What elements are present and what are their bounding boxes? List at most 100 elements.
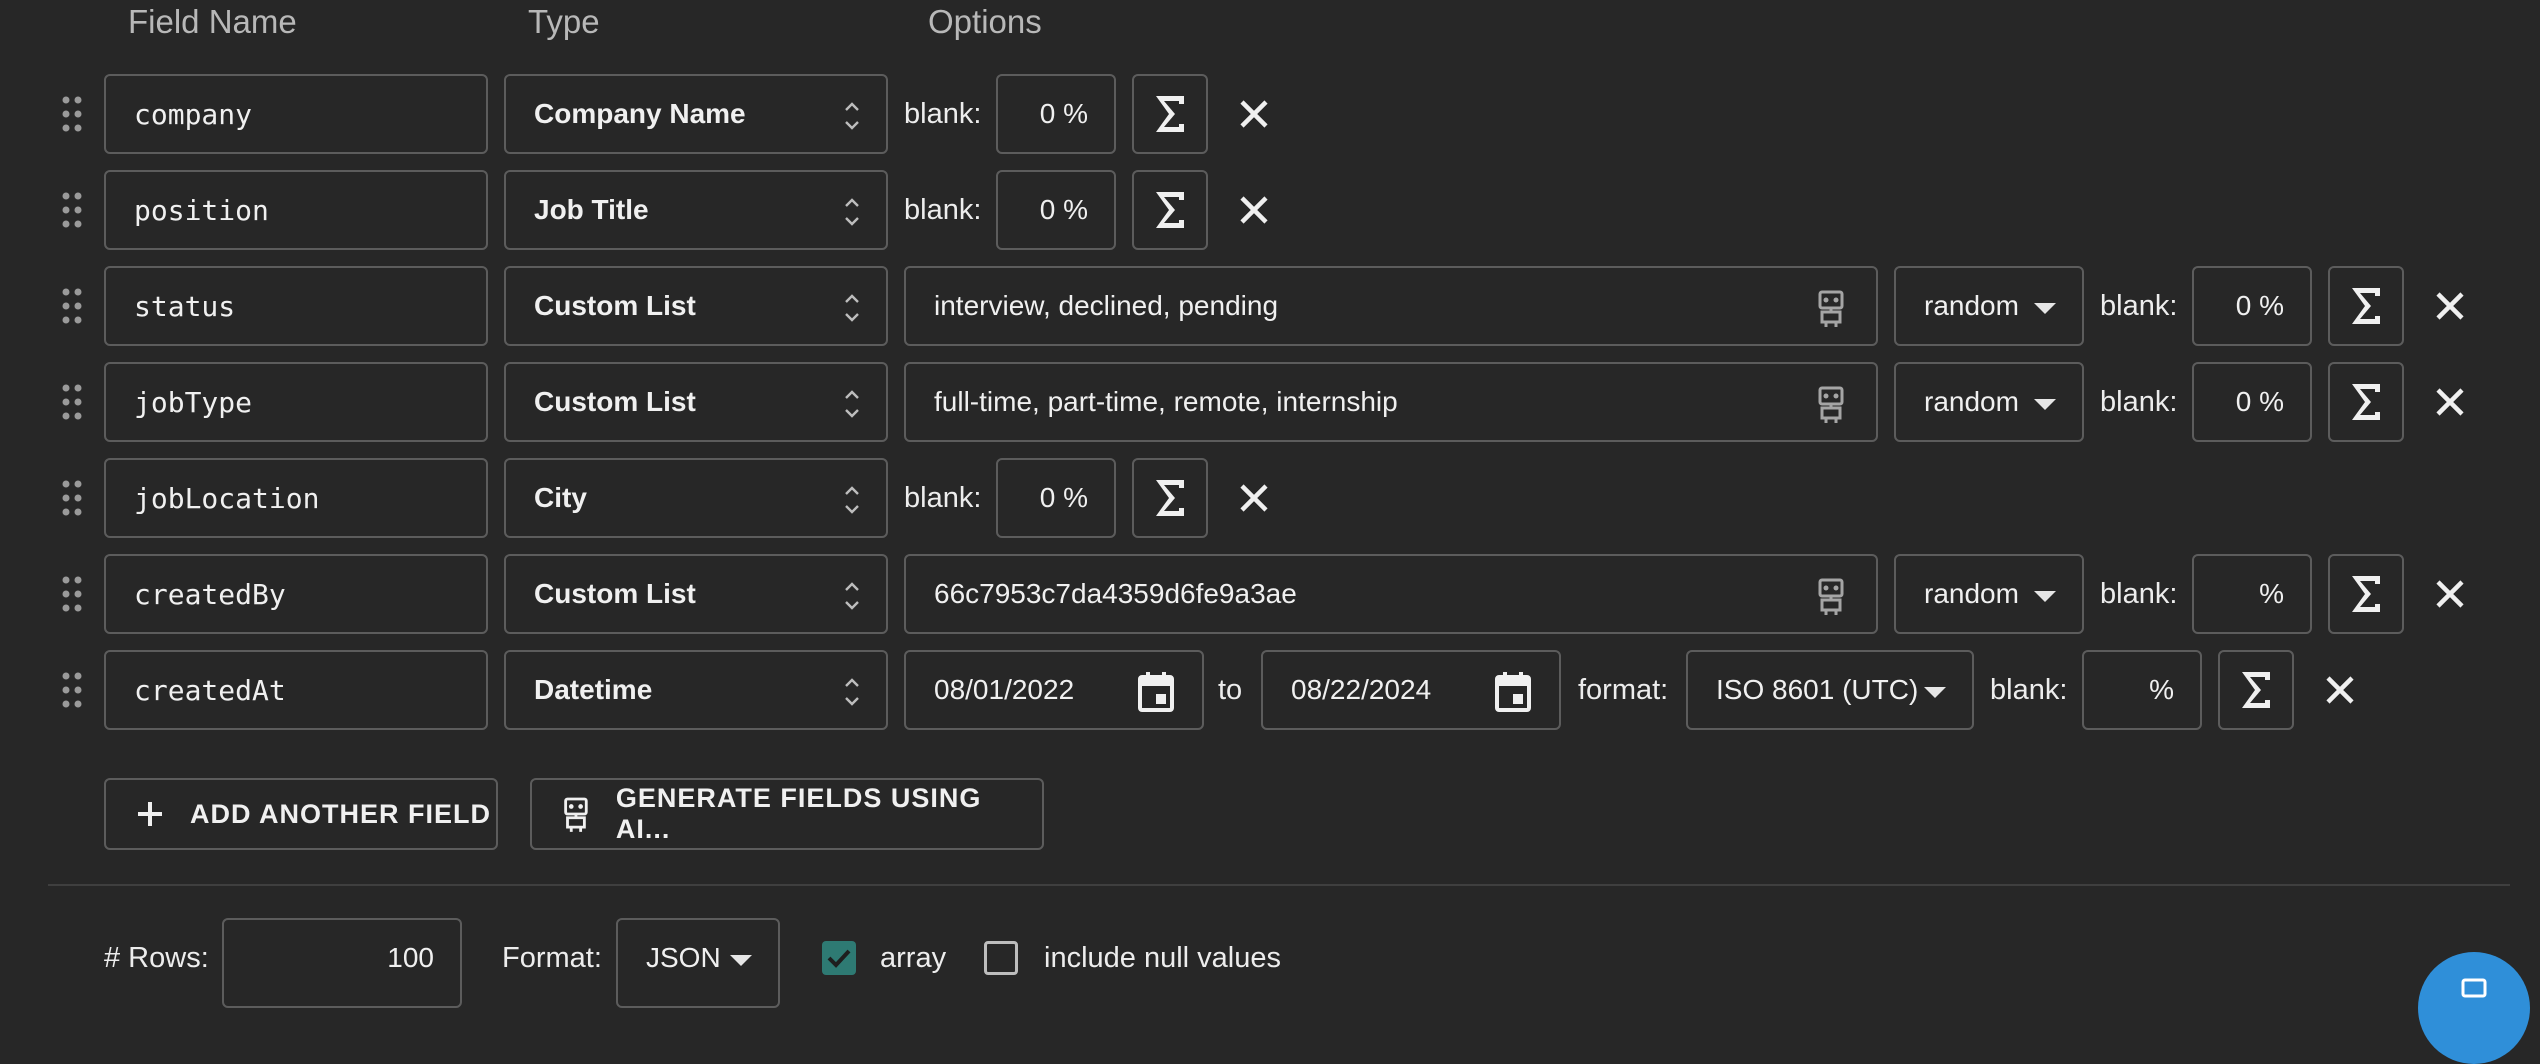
close-icon (2436, 292, 2464, 320)
sigma-icon (2352, 576, 2380, 612)
formula-button[interactable] (2328, 362, 2404, 442)
sigma-icon (2352, 384, 2380, 420)
blank-label: blank: (904, 194, 982, 226)
output-format-value: JSON (646, 942, 721, 973)
drag-handle-icon[interactable] (60, 479, 84, 517)
robot-icon (564, 797, 588, 832)
datetime-format-value: ISO 8601 (UTC) (1716, 674, 1919, 705)
field-type-label: Job Title (534, 194, 649, 225)
robot-icon[interactable] (1814, 384, 1848, 424)
remove-field-button[interactable] (1234, 190, 1274, 230)
updown-chevron-icon (845, 486, 859, 514)
field-type-label: Custom List (534, 290, 696, 321)
remove-field-button[interactable] (2430, 286, 2470, 326)
formula-button[interactable] (2328, 554, 2404, 634)
header-options: Options (928, 3, 1042, 40)
blank-percent-input[interactable]: 0 % (2192, 362, 2312, 442)
remove-field-button[interactable] (2430, 382, 2470, 422)
caret-down-icon (2034, 591, 2056, 602)
field-type-select[interactable]: Custom List (504, 266, 888, 346)
blank-label: blank: (904, 482, 982, 514)
date-to-value: 08/22/2024 (1291, 674, 1432, 705)
custom-list-values: 66c7953c7da4359d6fe9a3ae (934, 578, 1297, 609)
calendar-icon[interactable] (1493, 670, 1533, 714)
caret-down-icon (2034, 303, 2056, 314)
blank-percent-input[interactable]: % (2082, 650, 2202, 730)
rows-input[interactable]: 100 (222, 918, 462, 1008)
custom-list-input[interactable]: interview, declined, pending (904, 266, 1878, 346)
field-name-input[interactable]: status (104, 266, 488, 346)
drag-handle-icon[interactable] (60, 671, 84, 709)
field-type-select[interactable]: Company Name (504, 74, 888, 154)
date-from-value: 08/01/2022 (934, 674, 1075, 705)
field-type-select[interactable]: Custom List (504, 362, 888, 442)
datetime-format-select[interactable]: ISO 8601 (UTC) (1686, 650, 1974, 730)
order-value: random (1924, 290, 2019, 321)
include-null-checkbox[interactable] (984, 941, 1018, 975)
blank-label: blank: (1990, 674, 2068, 706)
generate-ai-button[interactable]: GENERATE FIELDS USING AI... (530, 778, 1044, 850)
date-to-input[interactable]: 08/22/2024 (1261, 650, 1561, 730)
remove-field-button[interactable] (2320, 670, 2360, 710)
custom-list-input[interactable]: 66c7953c7da4359d6fe9a3ae (904, 554, 1878, 634)
output-format-select[interactable]: JSON (616, 918, 780, 1008)
field-name-input[interactable]: jobType (104, 362, 488, 442)
sigma-icon (1156, 192, 1184, 228)
updown-chevron-icon (845, 198, 859, 226)
caret-down-icon (730, 955, 752, 966)
field-type-select[interactable]: City (504, 458, 888, 538)
date-from-input[interactable]: 08/01/2022 (904, 650, 1204, 730)
drag-handle-icon[interactable] (60, 191, 84, 229)
blank-percent-input[interactable]: 0 % (996, 74, 1116, 154)
field-type-select[interactable]: Datetime (504, 650, 888, 730)
order-select[interactable]: random (1894, 362, 2084, 442)
remove-field-button[interactable] (1234, 478, 1274, 518)
field-type-label: Custom List (534, 386, 696, 417)
array-checkbox[interactable] (822, 941, 856, 975)
add-field-label: ADD ANOTHER FIELD (190, 798, 491, 829)
field-name-input[interactable]: company (104, 74, 488, 154)
sigma-icon (1156, 96, 1184, 132)
sigma-icon (1156, 480, 1184, 516)
formula-button[interactable] (2218, 650, 2294, 730)
drag-handle-icon[interactable] (60, 575, 84, 613)
field-type-select[interactable]: Job Title (504, 170, 888, 250)
robot-icon[interactable] (1814, 576, 1848, 616)
updown-chevron-icon (845, 582, 859, 610)
drag-handle-icon[interactable] (60, 383, 84, 421)
formula-button[interactable] (1132, 170, 1208, 250)
close-icon (1240, 484, 1268, 512)
field-type-label: Datetime (534, 674, 653, 705)
add-field-button[interactable]: ADD ANOTHER FIELD (104, 778, 498, 850)
drag-handle-icon[interactable] (60, 287, 84, 325)
order-value: random (1924, 578, 2019, 609)
field-name-input[interactable]: createdBy (104, 554, 488, 634)
remove-field-button[interactable] (2430, 574, 2470, 614)
blank-label: blank: (2100, 386, 2178, 418)
assistant-fab-button[interactable] (2418, 952, 2530, 1064)
close-icon (2436, 580, 2464, 608)
blank-percent-input[interactable]: 0 % (996, 458, 1116, 538)
blank-percent-input[interactable]: 0 % (996, 170, 1116, 250)
calendar-icon[interactable] (1136, 670, 1176, 714)
custom-list-input[interactable]: full-time, part-time, remote, internship (904, 362, 1878, 442)
field-name-input[interactable]: position (104, 170, 488, 250)
blank-percent-input[interactable]: % (2192, 554, 2312, 634)
field-name-input[interactable]: createdAt (104, 650, 488, 730)
section-divider (48, 884, 2510, 886)
robot-icon[interactable] (1814, 288, 1848, 328)
blank-percent-input[interactable]: 0 % (2192, 266, 2312, 346)
drag-handle-icon[interactable] (60, 95, 84, 133)
formula-button[interactable] (2328, 266, 2404, 346)
order-select[interactable]: random (1894, 554, 2084, 634)
generate-ai-label: GENERATE FIELDS USING AI... (615, 783, 982, 844)
field-type-select[interactable]: Custom List (504, 554, 888, 634)
close-icon (1240, 196, 1268, 224)
formula-button[interactable] (1132, 74, 1208, 154)
order-select[interactable]: random (1894, 266, 2084, 346)
remove-field-button[interactable] (1234, 94, 1274, 134)
formula-button[interactable] (1132, 458, 1208, 538)
field-name-input[interactable]: jobLocation (104, 458, 488, 538)
blank-label: blank: (2100, 578, 2178, 610)
to-label: to (1218, 674, 1243, 706)
